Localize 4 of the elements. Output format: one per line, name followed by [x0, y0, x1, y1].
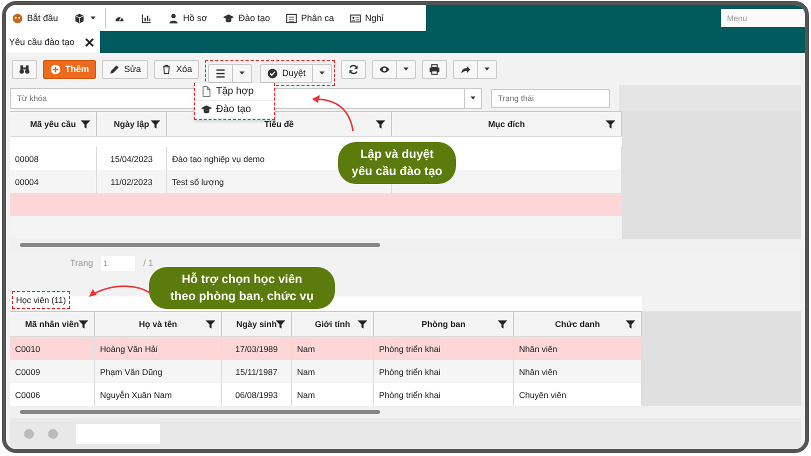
callout-tooltip: Hỗ trợ chọn học viên theo phòng ban, chức vụ: [149, 267, 335, 309]
page-label: Trang: [70, 258, 94, 268]
page-total: / 1: [143, 258, 154, 268]
callout-tooltip: Lập và duyệt yêu cầu đào tạo: [338, 142, 456, 184]
